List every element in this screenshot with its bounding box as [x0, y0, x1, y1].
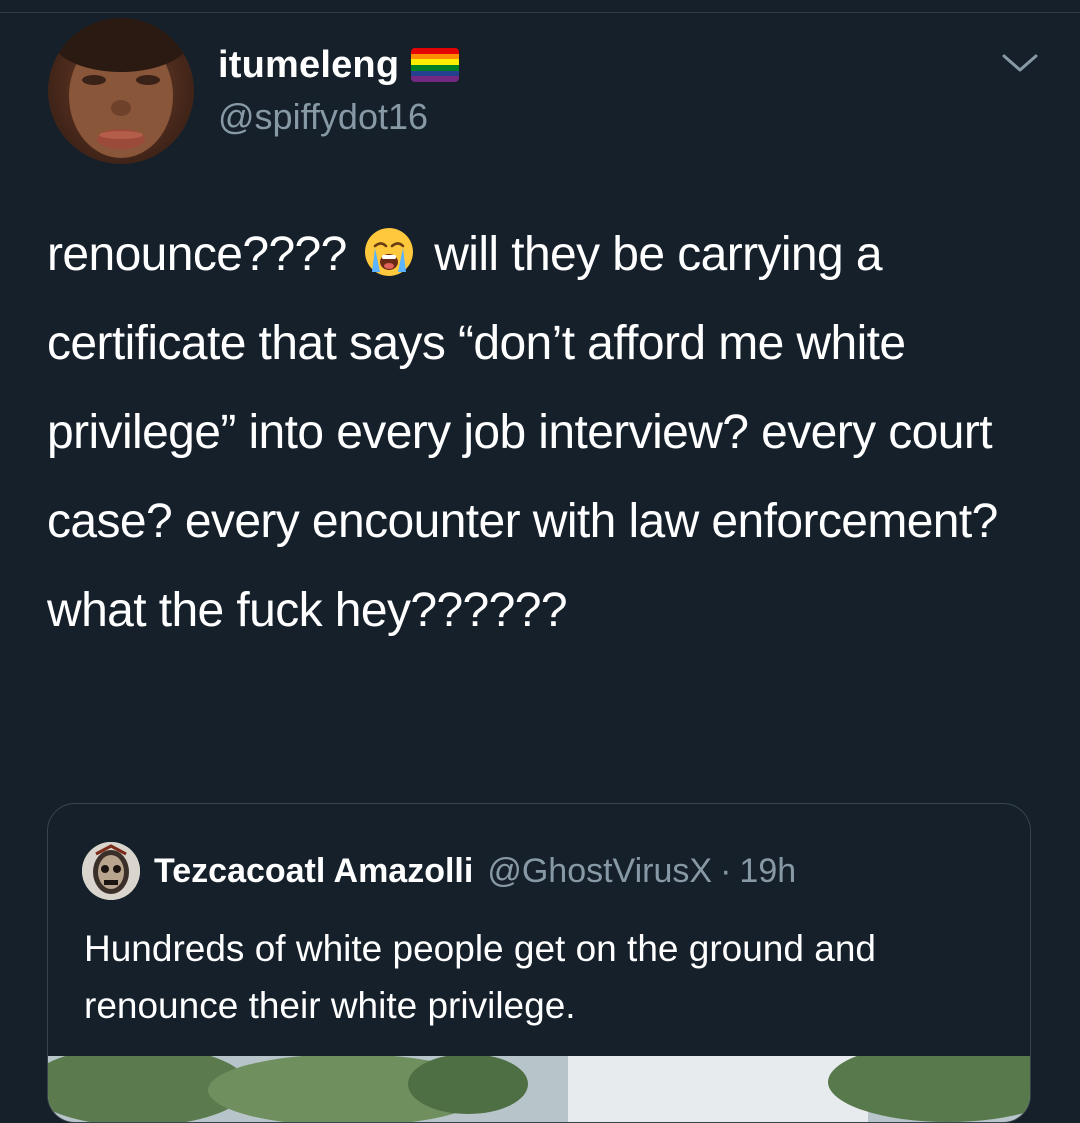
media-scene-icon: [48, 1042, 1030, 1122]
outdoor-photo-thumbnail-icon[interactable]: [48, 1042, 1030, 1122]
rainbow-flag-icon: [411, 48, 460, 82]
tweet-text: renounce???? will they be carrying a cer…: [47, 210, 1047, 655]
tweet: itumeleng @spiffydot16 renounce???? will…: [0, 0, 1080, 1123]
quoted-tweet-text: Hundreds of white people get on the grou…: [84, 928, 876, 1026]
quoted-tweet-card[interactable]: Tezcacoatl Amazolli @GhostVirusX · 19h H…: [47, 803, 1031, 1123]
tweet-text-part-1: renounce????: [47, 228, 360, 281]
author-names: itumeleng @spiffydot16: [218, 36, 460, 138]
profile-photo-icon: [51, 18, 191, 158]
quoted-tweet-header: Tezcacoatl Amazolli @GhostVirusX · 19h: [82, 842, 796, 900]
loudly-crying-face-emoji-icon: [365, 228, 414, 276]
quoted-author-avatar[interactable]: [82, 842, 140, 900]
tweet-text-part-2: will they be carrying a certificate that…: [47, 228, 1011, 637]
quoted-author-handle[interactable]: @GhostVirusX: [487, 852, 712, 891]
skull-mask-avatar-icon: [82, 842, 140, 900]
author-display-name[interactable]: itumeleng: [218, 44, 399, 87]
meta-separator: ·: [720, 851, 732, 890]
quoted-tweet-timestamp[interactable]: 19h: [739, 852, 796, 891]
chevron-down-icon[interactable]: [1000, 48, 1040, 78]
author-handle[interactable]: @spiffydot16: [218, 96, 459, 138]
quoted-author-display-name[interactable]: Tezcacoatl Amazolli: [154, 852, 473, 891]
author-avatar[interactable]: [48, 18, 194, 164]
